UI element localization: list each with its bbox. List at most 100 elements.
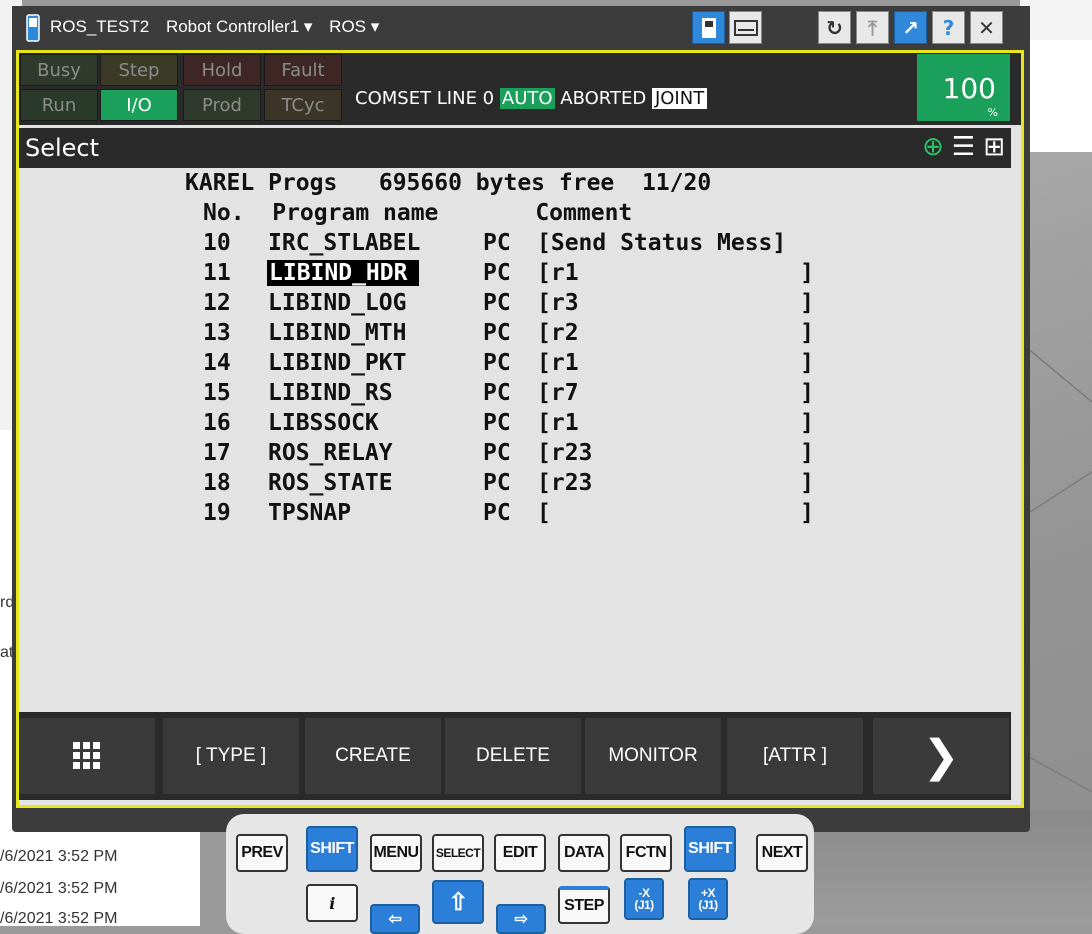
key-shift-right[interactable]: SHIFT [684, 826, 736, 872]
key-edit[interactable]: EDIT [494, 834, 546, 872]
row-number: 18 [203, 470, 231, 496]
key-step[interactable]: STEP [558, 886, 610, 924]
key-minus-x-j1[interactable]: -X (J1) [624, 878, 664, 920]
key-data[interactable]: DATA [558, 834, 610, 872]
table-row[interactable]: 12 LIBIND_LOG PC [r3 ] [19, 290, 1011, 320]
lamp-hold: Hold [183, 54, 261, 86]
program-type: PC [483, 320, 511, 346]
program-comment: [r1 ] [537, 410, 814, 436]
key-right[interactable]: ⇨ [496, 904, 546, 934]
window-title[interactable]: ROS_TEST2 Robot Controller1 ▾ ROS ▾ [50, 17, 391, 37]
table-row[interactable]: 16 LIBSSOCK PC [r1 ] [19, 410, 1011, 440]
table-row[interactable]: 19 TPSNAP PC [ ] [19, 500, 1011, 530]
table-row[interactable]: 15 LIBIND_RS PC [r7 ] [19, 380, 1011, 410]
key-next[interactable]: NEXT [756, 834, 808, 872]
f3-delete-button[interactable]: DELETE [445, 718, 581, 794]
f1-type-button[interactable]: [ TYPE ] [163, 718, 299, 794]
help-icon: ? [942, 15, 955, 40]
background-timestamp: /6/2021 3:52 PM [0, 880, 118, 897]
column-headers: No. Program name Comment [203, 200, 633, 226]
popout-icon: ↗ [902, 15, 919, 40]
override-value: 100 [942, 72, 996, 105]
background-timestamp: /6/2021 3:52 PM [0, 848, 118, 865]
split-view-icon[interactable]: ⊞ [983, 132, 1005, 162]
key-up[interactable]: ⇧ [432, 880, 484, 924]
help-button[interactable]: ? [932, 11, 965, 44]
key-menu[interactable]: MENU [370, 834, 422, 872]
program-comment: [r23 ] [537, 470, 814, 496]
lamp-busy: Busy [20, 54, 98, 86]
table-row[interactable]: 10 IRC_STLABEL PC [Send Status Mess] [19, 230, 1011, 260]
next-page-button[interactable]: ❯ [873, 718, 1009, 794]
f2-create-button[interactable]: CREATE [305, 718, 441, 794]
list-header: KAREL Progs 695660 bytes free 11/20 [185, 170, 712, 196]
row-number: 10 [203, 230, 231, 256]
program-comment: [r1 ] [537, 260, 814, 286]
refresh-button[interactable]: ↻ [818, 11, 851, 44]
ros-dropdown[interactable]: ROS ▾ [329, 17, 379, 36]
row-number: 15 [203, 380, 231, 406]
arrow-up-icon: ⇧ [448, 888, 468, 916]
keypad: PREV SHIFT MENU SELECT EDIT DATA FCTN SH… [226, 814, 814, 934]
key-info[interactable]: i [306, 884, 358, 922]
program-name: LIBIND_LOG [268, 290, 407, 316]
program-state: ABORTED [560, 88, 647, 109]
f5-attr-button[interactable]: [ATTR ] [727, 718, 863, 794]
row-number: 12 [203, 290, 231, 316]
program-comment: [Send Status Mess] [537, 230, 787, 256]
key-shift-left[interactable]: SHIFT [306, 826, 358, 872]
lamp-tcyc: TCyc [264, 89, 342, 121]
close-icon: ✕ [978, 15, 995, 40]
program-type: PC [483, 470, 511, 496]
program-comment: [r2 ] [537, 320, 814, 346]
lamp-io: I/O [100, 89, 178, 121]
table-row[interactable]: 11 LIBIND_HDR PC [r1 ] [19, 260, 1011, 290]
program-type: PC [483, 410, 511, 436]
program-type: PC [483, 350, 511, 376]
key-left[interactable]: ⇦ [370, 904, 420, 934]
controller-dropdown[interactable]: Robot Controller1 ▾ [166, 17, 313, 36]
row-number: 11 [203, 260, 231, 286]
window-titlebar: ROS_TEST2 Robot Controller1 ▾ ROS ▾ ↻ ⤒ … [12, 6, 1030, 50]
jog-button[interactable]: ⤒ [856, 11, 889, 44]
upload-icon: ⤒ [868, 15, 877, 40]
program-type: PC [483, 260, 511, 286]
grid-menu-button[interactable] [19, 718, 155, 794]
key-select[interactable]: SELECT [432, 834, 484, 872]
program-name: ROS_RELAY [268, 440, 393, 466]
pendant-icon [26, 14, 40, 42]
program-type: PC [483, 500, 511, 526]
lamp-fault: Fault [264, 54, 342, 86]
program-type: PC [483, 230, 511, 256]
program-name: TPSNAP [268, 500, 352, 526]
program-type: PC [483, 290, 511, 316]
status-line: COMSET LINE 0 AUTO ABORTED JOINT [355, 88, 708, 109]
table-row[interactable]: 17 ROS_RELAY PC [r23 ] [19, 440, 1011, 470]
mode-badge: AUTO [499, 88, 555, 109]
row-number: 16 [203, 410, 231, 436]
background-panel [1020, 40, 1092, 152]
key-fctn[interactable]: FCTN [620, 834, 672, 872]
key-prev[interactable]: PREV [236, 834, 288, 872]
refresh-icon: ↻ [826, 15, 843, 40]
speed-override[interactable]: 100 % [917, 54, 1010, 121]
keyboard-button[interactable] [729, 11, 762, 44]
table-row[interactable]: 18 ROS_STATE PC [r23 ] [19, 470, 1011, 500]
keyboard-icon [733, 19, 758, 36]
key-plus-x-j1[interactable]: +X (J1) [688, 878, 728, 920]
pendant-view-button[interactable] [692, 11, 725, 44]
program-name: LIBIND_RS [268, 380, 393, 406]
popout-button[interactable]: ↗ [894, 11, 927, 44]
close-button[interactable]: ✕ [970, 11, 1003, 44]
f4-monitor-button[interactable]: MONITOR [585, 718, 721, 794]
table-row[interactable]: 14 LIBIND_PKT PC [r1 ] [19, 350, 1011, 380]
menu-icon[interactable]: ☰ [952, 132, 975, 162]
program-type: PC [483, 440, 511, 466]
zoom-icon[interactable]: ⊕ [922, 132, 944, 162]
override-unit: % [987, 106, 998, 119]
table-row[interactable]: 13 LIBIND_MTH PC [r2 ] [19, 320, 1011, 350]
program-comment: [ ] [537, 500, 814, 526]
lamp-step: Step [100, 54, 178, 86]
chevron-right-icon: ❯ [922, 731, 960, 781]
program-comment: [r7 ] [537, 380, 814, 406]
